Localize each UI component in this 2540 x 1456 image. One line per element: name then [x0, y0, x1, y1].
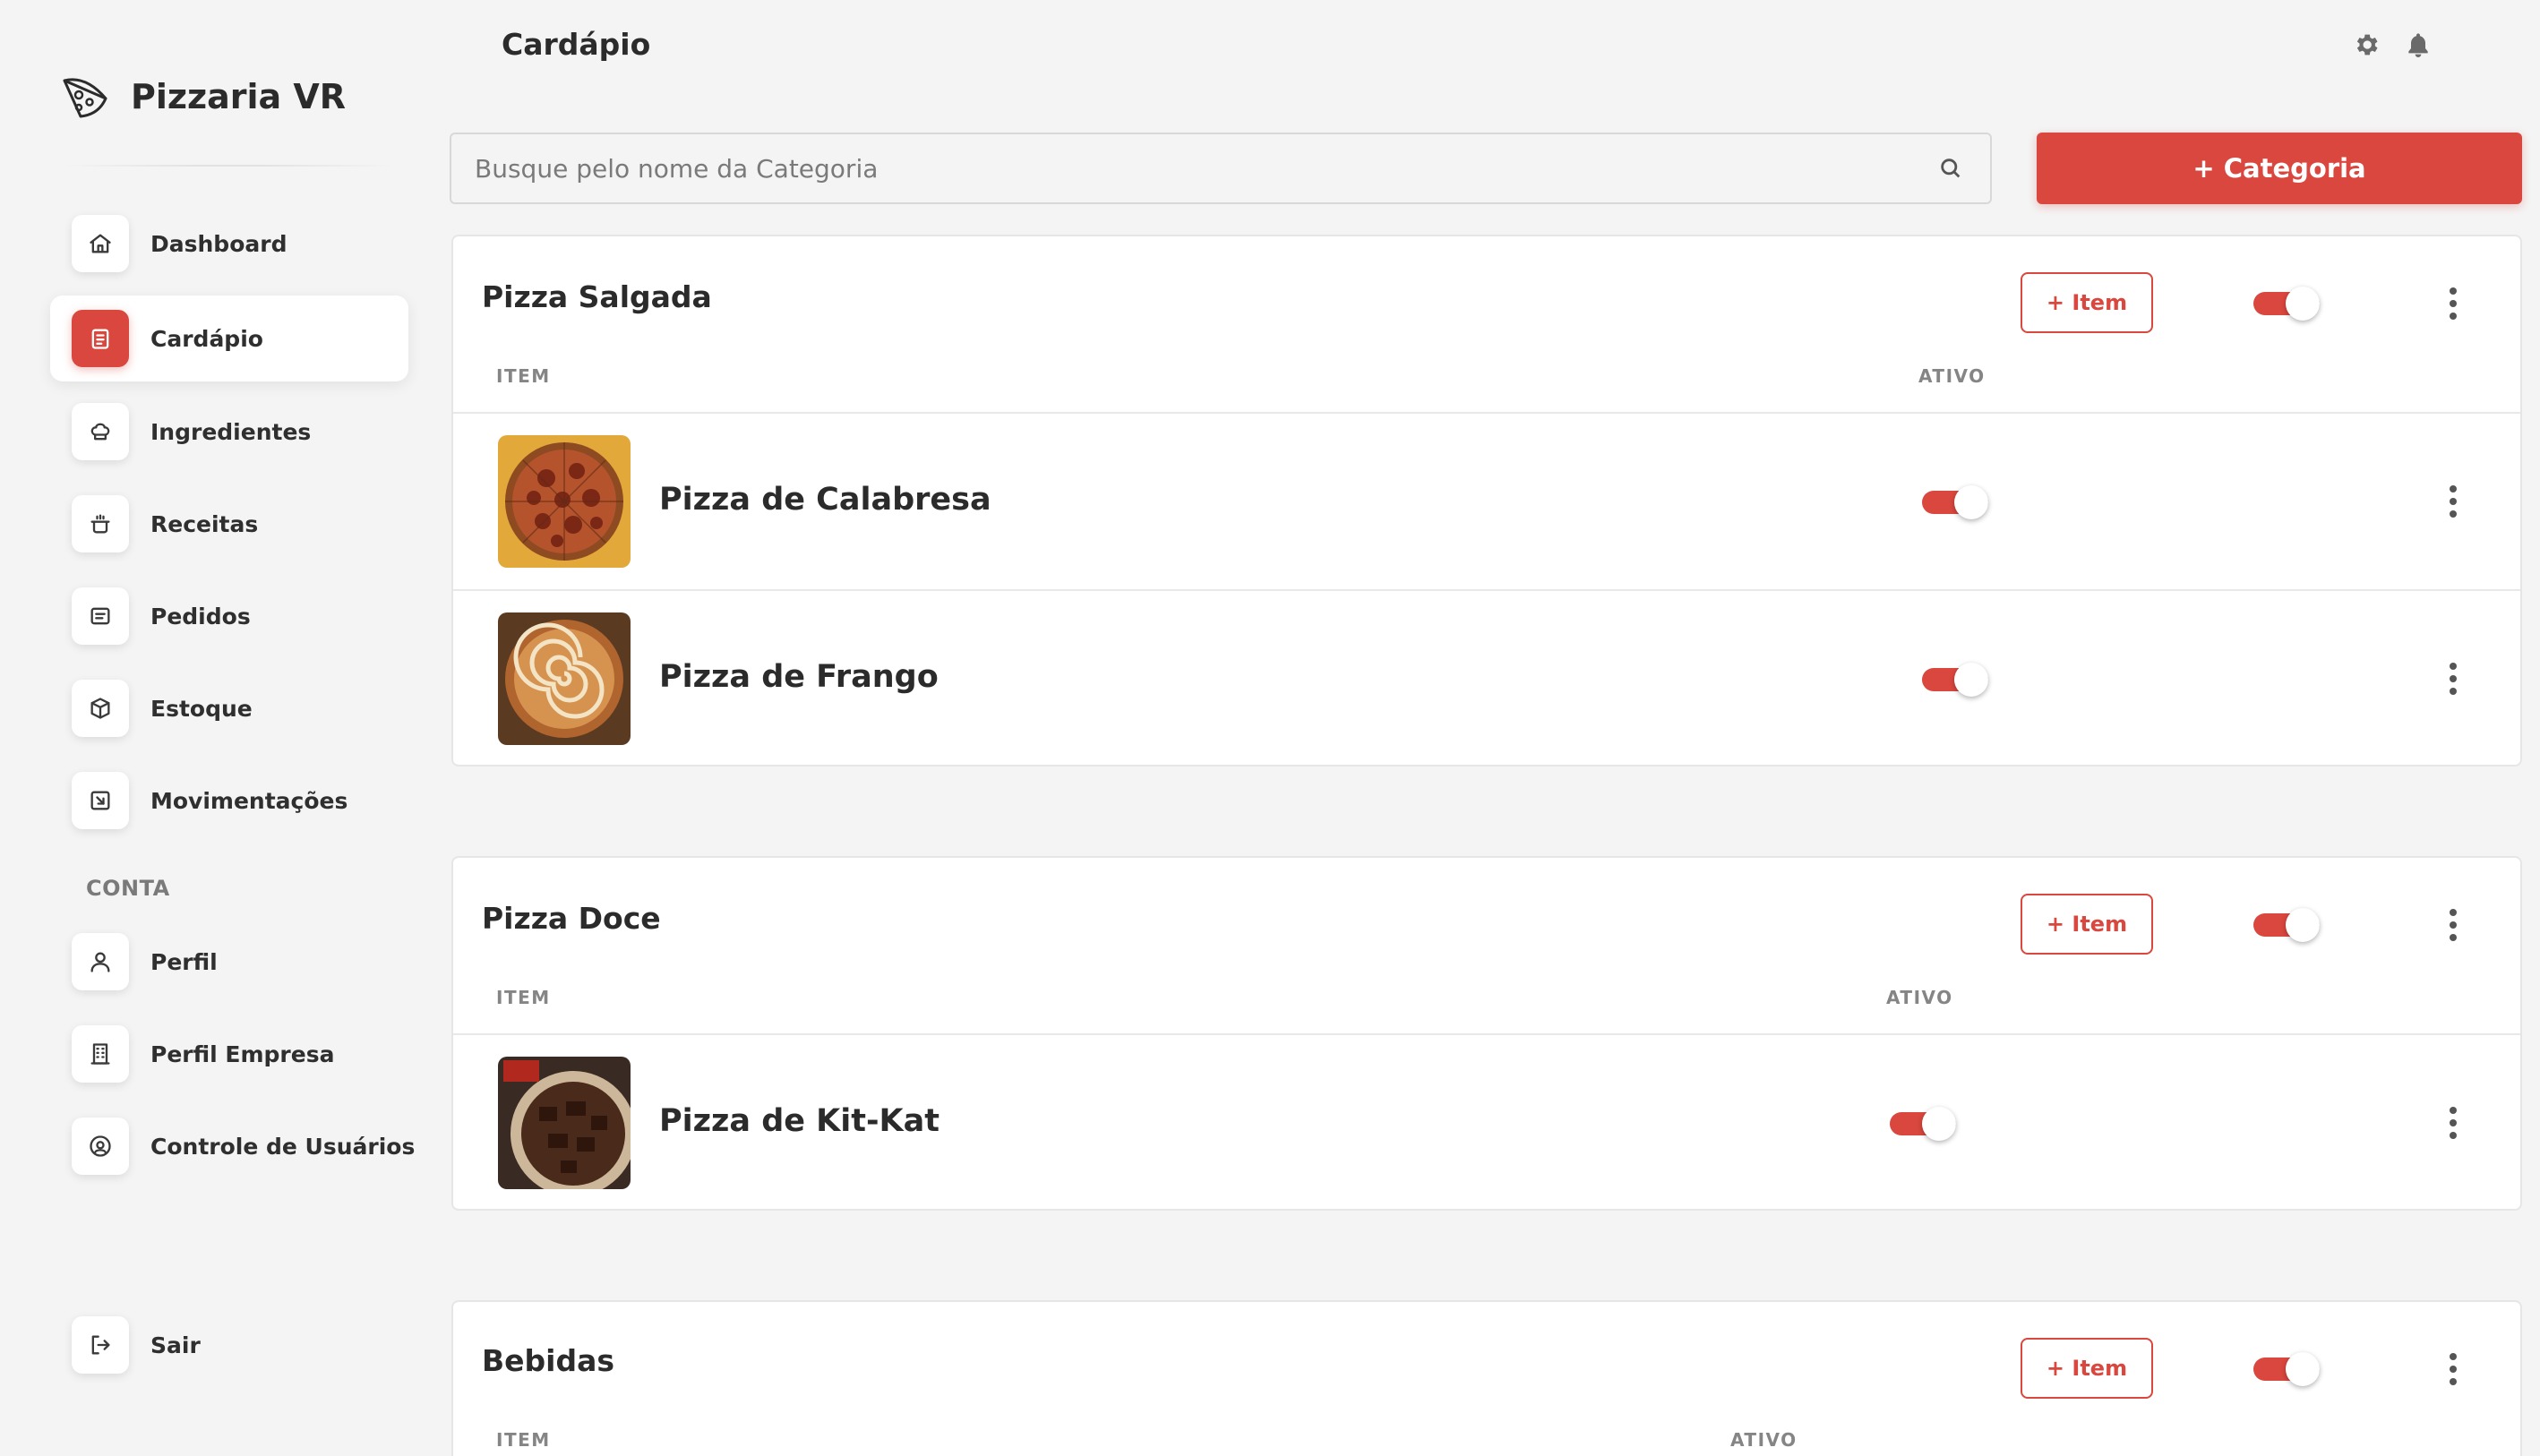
sidebar-item-pedidos[interactable]: Pedidos — [50, 573, 408, 659]
item-active-toggle[interactable] — [1922, 485, 1988, 519]
add-item-button[interactable]: + Item — [2021, 894, 2153, 955]
kitkat-pizza-photo — [498, 1057, 631, 1189]
menu-clipboard-icon — [72, 310, 129, 367]
sidebar-divider — [63, 165, 394, 167]
sidebar-item-label: Estoque — [150, 695, 253, 722]
category-card: Bebidas + Item ITEM ATIVO — [451, 1300, 2522, 1456]
chicken-pizza-photo — [498, 612, 631, 745]
add-category-button[interactable]: + Categoria — [2037, 133, 2522, 204]
category-active-toggle[interactable] — [2253, 908, 2320, 942]
item-active-toggle[interactable] — [1922, 663, 1988, 697]
category-more-icon[interactable] — [2440, 905, 2467, 945]
sidebar-item-ingredientes[interactable]: Ingredientes — [50, 389, 408, 475]
bell-icon[interactable] — [2400, 27, 2436, 63]
add-item-button[interactable]: + Item — [2021, 1338, 2153, 1399]
column-header-ativo: ATIVO — [1918, 365, 1986, 387]
item-name: Pizza de Calabresa — [659, 482, 991, 518]
add-item-button[interactable]: + Item — [2021, 272, 2153, 333]
sidebar-item-dashboard[interactable]: Dashboard — [50, 201, 408, 287]
item-more-icon[interactable] — [2440, 1103, 2467, 1143]
sidebar-item-label: Ingredientes — [150, 418, 312, 445]
search-icon[interactable] — [1938, 156, 1965, 183]
table-row[interactable]: Pizza de Kit-Kat — [453, 1033, 2520, 1209]
pot-icon — [72, 495, 129, 552]
category-more-icon[interactable] — [2440, 1349, 2467, 1389]
sidebar-item-label: Cardápio — [150, 325, 263, 352]
column-header-ativo: ATIVO — [1730, 1429, 1798, 1451]
page-title: Cardápio — [502, 27, 651, 62]
item-active-toggle[interactable] — [1890, 1107, 1956, 1141]
pizza-slice-icon — [63, 78, 107, 118]
sidebar-item-label: Pedidos — [150, 603, 251, 630]
box-icon — [72, 680, 129, 737]
sidebar: Pizzaria VR Dashboard Cardápio Ingredien… — [0, 0, 430, 1456]
brand-name: Pizzaria VR — [131, 77, 347, 116]
item-name: Pizza de Kit-Kat — [659, 1103, 940, 1139]
column-header-ativo: ATIVO — [1886, 987, 1953, 1008]
item-name: Pizza de Frango — [659, 659, 939, 695]
search-box — [450, 133, 1992, 204]
category-more-icon[interactable] — [2440, 284, 2467, 323]
category-card: Pizza Salgada + Item ITEM ATIVO Pizza de… — [451, 235, 2522, 767]
column-header-item: ITEM — [496, 365, 551, 387]
logout-icon — [72, 1316, 129, 1374]
user-icon — [72, 933, 129, 990]
sidebar-item-sair[interactable]: Sair — [50, 1302, 408, 1388]
chef-hat-icon — [72, 403, 129, 460]
sidebar-item-label: Sair — [150, 1332, 201, 1358]
category-card: Pizza Doce + Item ITEM ATIVO Pizza de Ki… — [451, 856, 2522, 1211]
user-circle-icon — [72, 1118, 129, 1175]
sidebar-item-cardapio[interactable]: Cardápio — [50, 295, 408, 381]
sidebar-item-perfil[interactable]: Perfil — [50, 919, 408, 1005]
sidebar-item-controle-usuarios[interactable]: Controle de Usuários — [50, 1103, 415, 1189]
building-icon — [72, 1025, 129, 1083]
transfer-icon — [72, 772, 129, 829]
sidebar-item-label: Perfil Empresa — [150, 1041, 335, 1067]
sidebar-item-label: Perfil — [150, 948, 218, 975]
table-row[interactable]: Pizza de Calabresa — [453, 412, 2520, 589]
sidebar-item-perfil-empresa[interactable]: Perfil Empresa — [50, 1011, 408, 1097]
sidebar-item-estoque[interactable]: Estoque — [50, 665, 408, 751]
sidebar-item-label: Movimentações — [150, 787, 348, 814]
category-active-toggle[interactable] — [2253, 287, 2320, 321]
sidebar-item-movimentacoes[interactable]: Movimentações — [50, 758, 408, 844]
item-more-icon[interactable] — [2440, 659, 2467, 698]
sidebar-item-label: Controle de Usuários — [150, 1133, 416, 1160]
gear-icon[interactable] — [2348, 27, 2384, 63]
column-header-item: ITEM — [496, 987, 551, 1008]
sidebar-item-receitas[interactable]: Receitas — [50, 481, 408, 567]
sidebar-item-label: Dashboard — [150, 230, 287, 257]
search-input[interactable] — [451, 134, 1990, 202]
category-title: Pizza Doce — [482, 901, 661, 936]
home-icon — [72, 215, 129, 272]
category-title: Pizza Salgada — [482, 279, 712, 314]
category-active-toggle[interactable] — [2253, 1352, 2320, 1386]
receipt-icon — [72, 587, 129, 645]
column-header-item: ITEM — [496, 1429, 551, 1451]
category-title: Bebidas — [482, 1343, 615, 1378]
sidebar-item-label: Receitas — [150, 510, 259, 537]
item-more-icon[interactable] — [2440, 482, 2467, 521]
pepperoni-pizza-photo — [498, 435, 631, 568]
brand[interactable]: Pizzaria VR — [59, 72, 346, 122]
section-label-conta: CONTA — [86, 876, 170, 901]
table-row[interactable]: Pizza de Frango — [453, 589, 2520, 765]
